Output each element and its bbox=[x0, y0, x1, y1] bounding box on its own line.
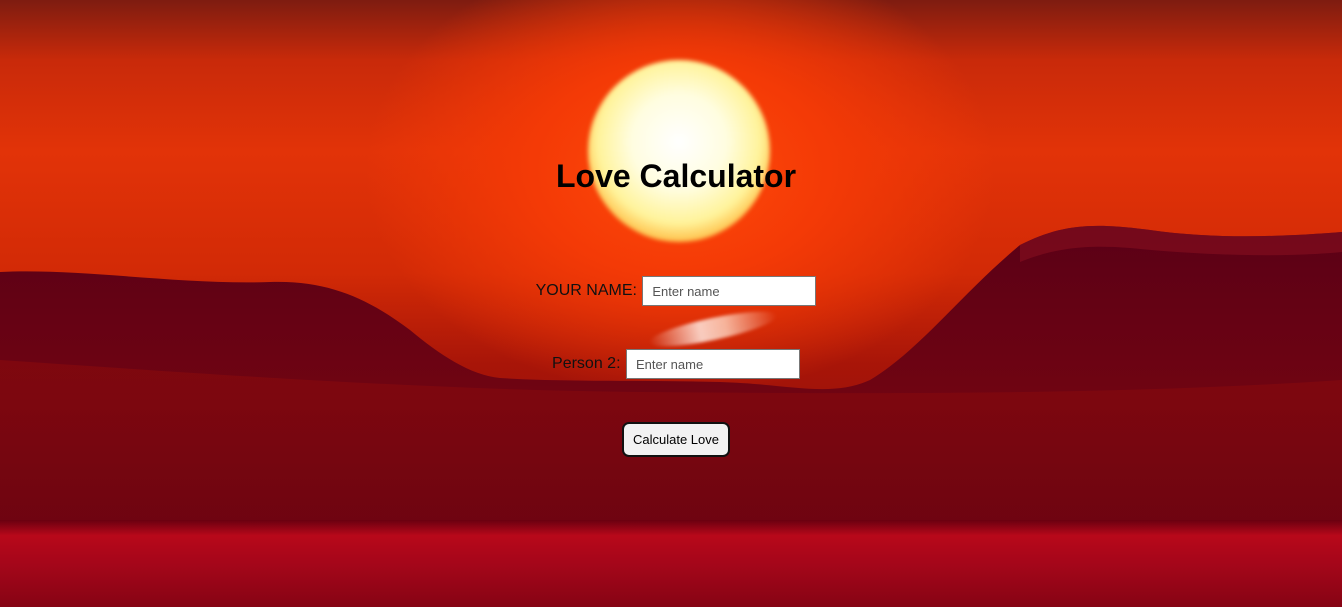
sea bbox=[0, 520, 1342, 607]
your-name-label: YOUR NAME: bbox=[535, 282, 637, 299]
your-name-row: YOUR NAME: bbox=[0, 276, 1342, 306]
calculate-love-button[interactable]: Calculate Love bbox=[622, 422, 730, 457]
person2-label: Person 2: bbox=[552, 355, 621, 372]
page-title: Love Calculator bbox=[555, 158, 797, 194]
person2-input[interactable] bbox=[625, 349, 800, 379]
your-name-input[interactable] bbox=[642, 276, 817, 306]
person2-row: Person 2: bbox=[0, 349, 1342, 379]
